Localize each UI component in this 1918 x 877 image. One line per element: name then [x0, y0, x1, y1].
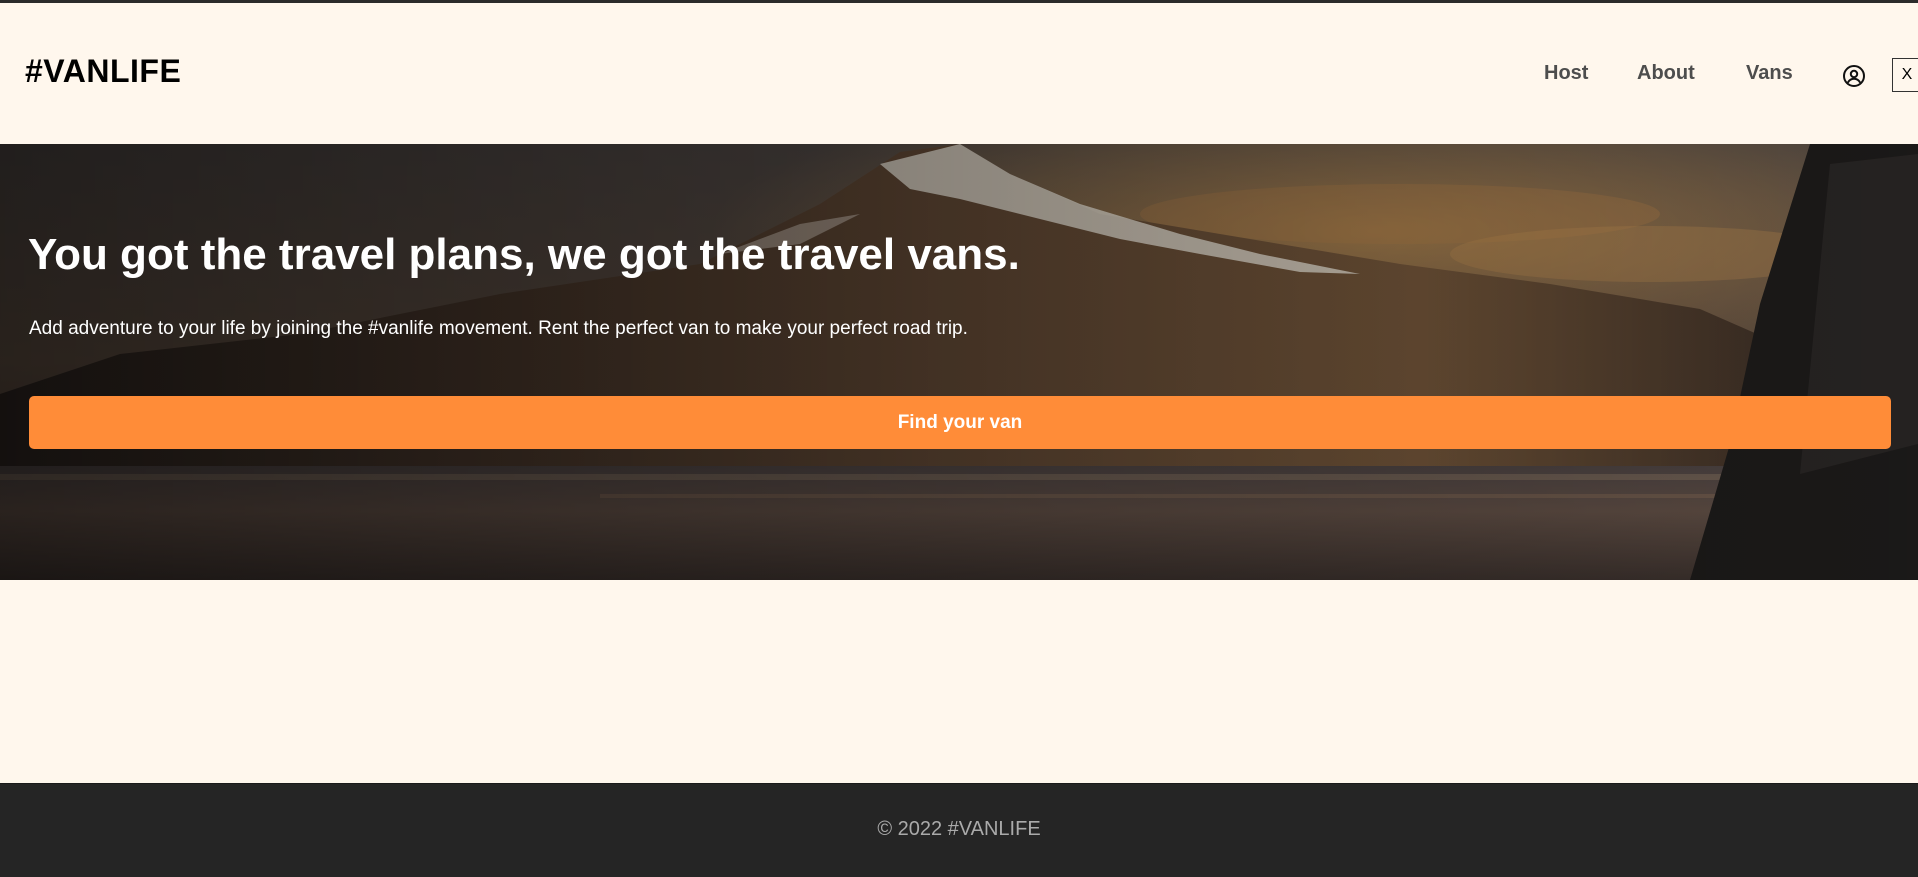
close-button[interactable]: X	[1892, 58, 1918, 92]
hero-background-image	[0, 144, 1918, 580]
hero-title: You got the travel plans, we got the tra…	[28, 230, 1020, 279]
footer-copyright: © 2022 #VANLIFE	[877, 818, 1041, 840]
hero-subtitle: Add adventure to your life by joining th…	[29, 318, 968, 339]
site-header: #VANLIFE Host About Vans X	[0, 6, 1918, 144]
site-footer: © 2022 #VANLIFE	[0, 783, 1918, 877]
site-logo[interactable]: #VANLIFE	[25, 53, 181, 90]
user-circle-icon[interactable]	[1842, 64, 1866, 88]
find-your-van-button[interactable]: Find your van	[29, 396, 1891, 449]
nav-link-host[interactable]: Host	[1544, 62, 1588, 85]
hero-section: You got the travel plans, we got the tra…	[0, 144, 1918, 580]
page: #VANLIFE Host About Vans X You got the t…	[0, 0, 1918, 877]
nav-link-about[interactable]: About	[1637, 62, 1695, 85]
nav-link-vans[interactable]: Vans	[1746, 62, 1793, 85]
